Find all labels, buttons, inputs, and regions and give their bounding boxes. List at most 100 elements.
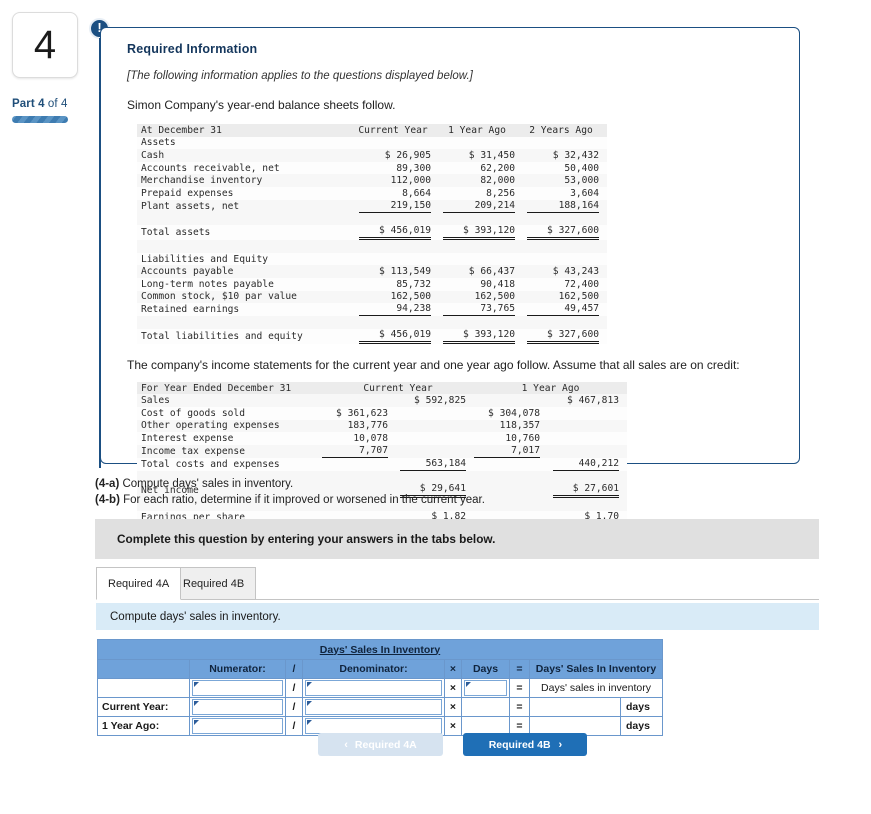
row-value [394,419,474,433]
row-value: $ 456,019 [355,328,439,344]
question-4b-text: For each ratio, determine if it improved… [119,494,485,506]
denominator-cell[interactable] [302,697,445,717]
col-header-equals: = [509,659,530,679]
table-header-row: For Year Ended December 31 Current Year 1 … [137,381,628,395]
col-header: Current Year [322,381,474,395]
row-label [97,678,190,698]
result-label: Days' sales in inventory [529,678,663,698]
denominator-input[interactable] [305,699,442,715]
row-value: $ 31,450 [439,149,523,162]
row-label: 1 Year Ago: [97,716,190,736]
row-value: 162,500 [355,290,439,304]
row-value: $ 327,600 [523,225,607,241]
row-value: 7,707 [322,444,394,458]
tab-required-4b[interactable]: Required 4B [171,567,257,600]
numerator-cell[interactable] [189,716,286,736]
row-value: $ 393,120 [439,225,523,241]
row-label: Cash [137,149,355,162]
part-number-card: 4 [12,12,78,78]
divide-operator: / [285,678,303,698]
row-value: 563,184 [394,457,474,471]
next-required-4b-button[interactable]: Required 4B › [463,733,588,756]
table-row: Plant assets, net 219,150 209,214 188,164 [137,199,607,213]
denominator-cell[interactable] [302,678,445,698]
row-value: 94,238 [355,303,439,317]
row-value: 8,256 [439,186,523,200]
part-progress-label: Part 4 of 4 [12,98,90,110]
row-value [394,406,474,420]
table-row: Interest expense 10,078 10,760 [137,432,628,445]
part-number: 4 [33,23,57,67]
prev-required-4a-button[interactable]: ‹ Required 4A [318,733,443,756]
table-row: Income tax expense 7,707 7,017 [137,444,628,458]
col-header-slash: / [285,659,303,679]
row-value [394,432,474,445]
table-total-row: Total assets $ 456,019 $ 393,120 $ 327,600 [137,225,607,241]
row-label: Plant assets, net [137,199,355,213]
tab-required-4a[interactable]: Required 4A [96,567,182,600]
col-header-days: Days [461,659,510,679]
balance-sheet-table: At December 31 Current Year 1 Year Ago 2 Ye… [137,124,607,344]
row-value: $ 32,432 [523,149,607,162]
section-heading: Liabilities and Equity [137,252,355,266]
tab-required-4b-label: Required 4B [183,577,245,590]
row-label: Total costs and expenses [137,457,322,471]
answer-header-row: Numerator: / Denominator: × Days = Days' Sales… [97,659,663,679]
numerator-cell[interactable] [189,678,286,698]
divide-operator: / [285,697,303,717]
row-value: 118,357 [474,419,546,433]
row-value: 10,078 [322,432,394,445]
next-button-label: Required 4B [488,738,551,751]
numerator-input[interactable] [192,699,283,715]
question-4b-tag: (4-b) [95,494,120,506]
table-row: Merchandise inventory 112,000 82,000 53,000 [137,174,607,187]
table-row: Sales $ 592,825 $ 467,813 [137,394,628,407]
table-spacer-row [137,240,607,253]
row-value: 50,400 [523,161,607,175]
table-header-row: At December 31 Current Year 1 Year Ago 2 Ye… [137,124,607,137]
col-header-blank [97,659,190,679]
row-value [546,406,628,420]
days-cell[interactable] [461,697,510,717]
denominator-input[interactable] [305,680,442,696]
row-value: $ 467,813 [546,394,628,407]
table-spacer-row [137,316,607,329]
row-value: $ 113,549 [355,265,439,278]
numerator-input[interactable] [192,718,283,734]
row-value [474,394,546,407]
equals-operator: = [509,678,530,698]
row-value: 3,604 [523,186,607,200]
row-label: Other operating expenses [137,419,322,433]
question-4b: (4-b) For each ratio, determine if it im… [95,492,815,508]
tab-required-4a-label: Required 4A [108,577,170,590]
question-4a-text: Compute days' sales in inventory. [119,478,294,490]
table-row: Prepaid expenses 8,664 8,256 3,604 [137,186,607,200]
row-value: 10,760 [474,432,546,445]
result-cell[interactable] [529,697,621,717]
days-input[interactable] [464,680,507,696]
table-row: / × = Days' sales in inventory [97,678,663,698]
row-label: Accounts receivable, net [137,161,355,175]
numerator-cell[interactable] [189,697,286,717]
question-list: (4-a) Compute days' sales in inventory. … [95,476,815,508]
numerator-input[interactable] [192,680,283,696]
col-header: At December 31 [137,124,355,137]
chevron-right-icon: › [558,738,563,751]
row-value: 440,212 [546,457,628,471]
denominator-input[interactable] [305,718,442,734]
answer-table-wrapper: Days' Sales In Inventory Numerator: / Denom… [97,639,663,736]
days-cell[interactable] [461,678,510,698]
col-header-times: × [444,659,462,679]
col-header-numerator: Numerator: [189,659,286,679]
answer-title-row: Days' Sales In Inventory [97,639,663,660]
row-value: $ 361,623 [322,406,394,420]
row-value: 8,664 [355,186,439,200]
table-row: Long-term notes payable 85,732 90,418 72,40… [137,277,607,291]
row-value: 90,418 [439,277,523,291]
row-value [474,457,546,471]
result-unit: days [620,716,663,736]
row-value: 219,150 [355,199,439,213]
row-value: $ 393,120 [439,328,523,344]
divide-operator: / [285,716,303,736]
col-header: 1 Year Ago [439,124,523,137]
